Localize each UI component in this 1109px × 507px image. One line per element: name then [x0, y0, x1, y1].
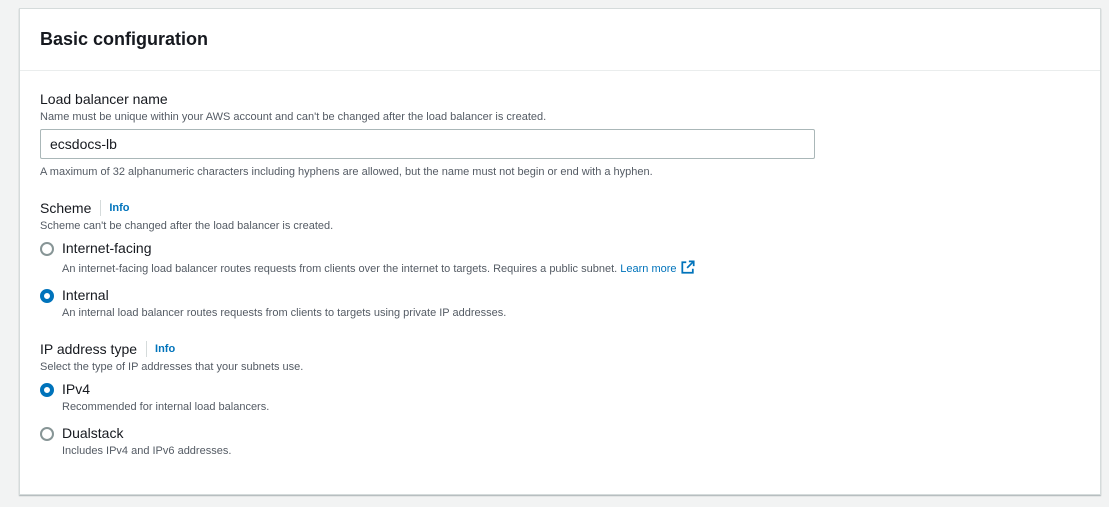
scheme-label-row: Scheme Info: [40, 200, 1080, 216]
name-label: Load balancer name: [40, 91, 168, 107]
name-description: Name must be unique within your AWS acco…: [40, 111, 547, 123]
info-divider: [100, 200, 102, 216]
radio-dualstack[interactable]: Dualstack Includes IPv4 and IPv6 address…: [40, 425, 1080, 457]
radio-label: Dualstack: [62, 425, 124, 441]
basic-configuration-panel: Basic configuration Load balancer name N…: [19, 8, 1101, 495]
ip-type-info-link[interactable]: Info: [155, 343, 175, 355]
panel-header: Basic configuration: [20, 9, 1100, 71]
ip-type-label: IP address type: [40, 341, 138, 357]
radio-text: Internet-facing An internet-facing load …: [62, 240, 695, 275]
learn-more-link[interactable]: Learn more: [620, 260, 695, 275]
radio-description-text: An internet-facing load balancer routes …: [62, 263, 618, 275]
radio-button-selected[interactable]: [40, 383, 54, 397]
radio-label: Internal: [62, 287, 109, 303]
name-constraint: A maximum of 32 alphanumeric characters …: [40, 166, 653, 178]
radio-button-selected[interactable]: [40, 289, 54, 303]
radio-label: IPv4: [62, 381, 91, 397]
ip-type-description: Select the type of IP addresses that you…: [40, 361, 304, 373]
radio-description: Recommended for internal load balancers.: [62, 401, 270, 413]
radio-button[interactable]: [40, 427, 54, 441]
info-divider: [146, 341, 148, 357]
radio-description: Includes IPv4 and IPv6 addresses.: [62, 445, 232, 457]
scheme-field: Scheme Info Scheme can't be changed afte…: [40, 200, 1080, 319]
radio-text: IPv4 Recommended for internal load balan…: [62, 381, 269, 413]
radio-description: An internal load balancer routes request…: [62, 307, 507, 319]
radio-description: An internet-facing load balancer routes …: [62, 260, 695, 275]
external-link-icon[interactable]: [680, 260, 695, 274]
radio-text: Internal An internal load balancer route…: [62, 287, 506, 319]
radio-button[interactable]: [40, 242, 54, 256]
learn-more-label[interactable]: Learn more: [620, 263, 676, 275]
load-balancer-name-input[interactable]: [40, 129, 815, 159]
ip-type-label-row: IP address type Info: [40, 341, 1080, 357]
panel-title: Basic configuration: [40, 29, 209, 49]
scheme-description: Scheme can't be changed after the load b…: [40, 220, 334, 232]
radio-ipv4[interactable]: IPv4 Recommended for internal load balan…: [40, 381, 1080, 413]
scheme-info-link[interactable]: Info: [109, 202, 129, 214]
radio-internal[interactable]: Internal An internal load balancer route…: [40, 287, 1080, 319]
ip-address-type-field: IP address type Info Select the type of …: [40, 341, 1080, 457]
scheme-label: Scheme: [40, 200, 92, 216]
radio-text: Dualstack Includes IPv4 and IPv6 address…: [62, 425, 231, 457]
panel-body: Load balancer name Name must be unique w…: [40, 91, 1080, 457]
radio-internet-facing[interactable]: Internet-facing An internet-facing load …: [40, 240, 1080, 275]
load-balancer-name-field: Load balancer name Name must be unique w…: [40, 91, 1080, 178]
radio-label: Internet-facing: [62, 240, 152, 256]
